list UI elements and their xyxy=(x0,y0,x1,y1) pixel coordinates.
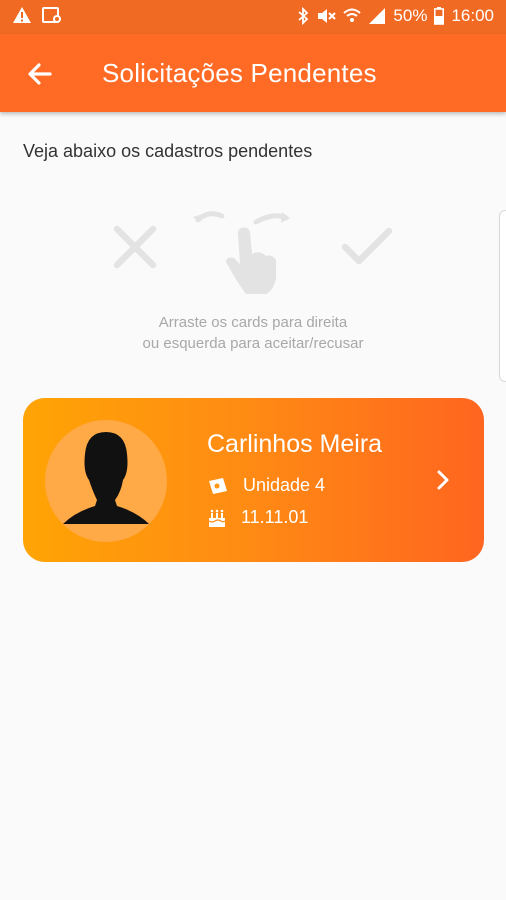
hint-line-2: ou esquerda para aceitar/recusar xyxy=(142,335,364,352)
signal-icon xyxy=(368,7,386,25)
image-icon xyxy=(42,6,62,24)
unit-label: Unidade 4 xyxy=(243,475,326,495)
page-title: Solicitações Pendentes xyxy=(102,58,377,88)
birth-date: 11.11.01 xyxy=(241,507,309,527)
battery-icon xyxy=(434,7,445,25)
swipe-hand-icon xyxy=(193,211,290,294)
chevron-right-icon[interactable] xyxy=(431,468,455,492)
birthday-row: 11.11.01 xyxy=(207,507,308,528)
reject-x-icon xyxy=(113,225,157,269)
app-bar: Solicitações Pendentes xyxy=(0,34,506,112)
wifi-icon xyxy=(343,7,362,25)
hint-line-1: Arraste os cards para direita xyxy=(158,314,348,331)
battery-text: 50% xyxy=(393,6,428,25)
ticket-icon xyxy=(209,477,227,494)
mute-icon xyxy=(316,7,337,25)
subtitle-text: Veja abaixo os cadastros pendentes xyxy=(23,141,313,161)
back-button[interactable] xyxy=(22,56,58,92)
side-drawer-handle[interactable] xyxy=(499,210,506,382)
warning-icon xyxy=(12,6,32,24)
clock: 16:00 xyxy=(451,6,494,25)
bluetooth-icon xyxy=(297,7,309,25)
accept-check-icon xyxy=(341,227,393,265)
back-arrow-icon xyxy=(28,63,52,85)
status-bar: 50% 16:00 xyxy=(0,0,506,34)
unit-row: Unidade 4 xyxy=(207,475,325,496)
swipe-hint-text: Arraste os cards para direita ou esquerd… xyxy=(0,312,506,354)
avatar-silhouette-icon xyxy=(45,420,167,542)
pending-request-card[interactable]: Carlinhos Meira Unidade 4 11.11.01 xyxy=(23,398,484,562)
requester-name: Carlinhos Meira xyxy=(207,430,383,458)
cake-icon xyxy=(208,509,226,527)
swipe-hint-illustration xyxy=(0,200,506,300)
